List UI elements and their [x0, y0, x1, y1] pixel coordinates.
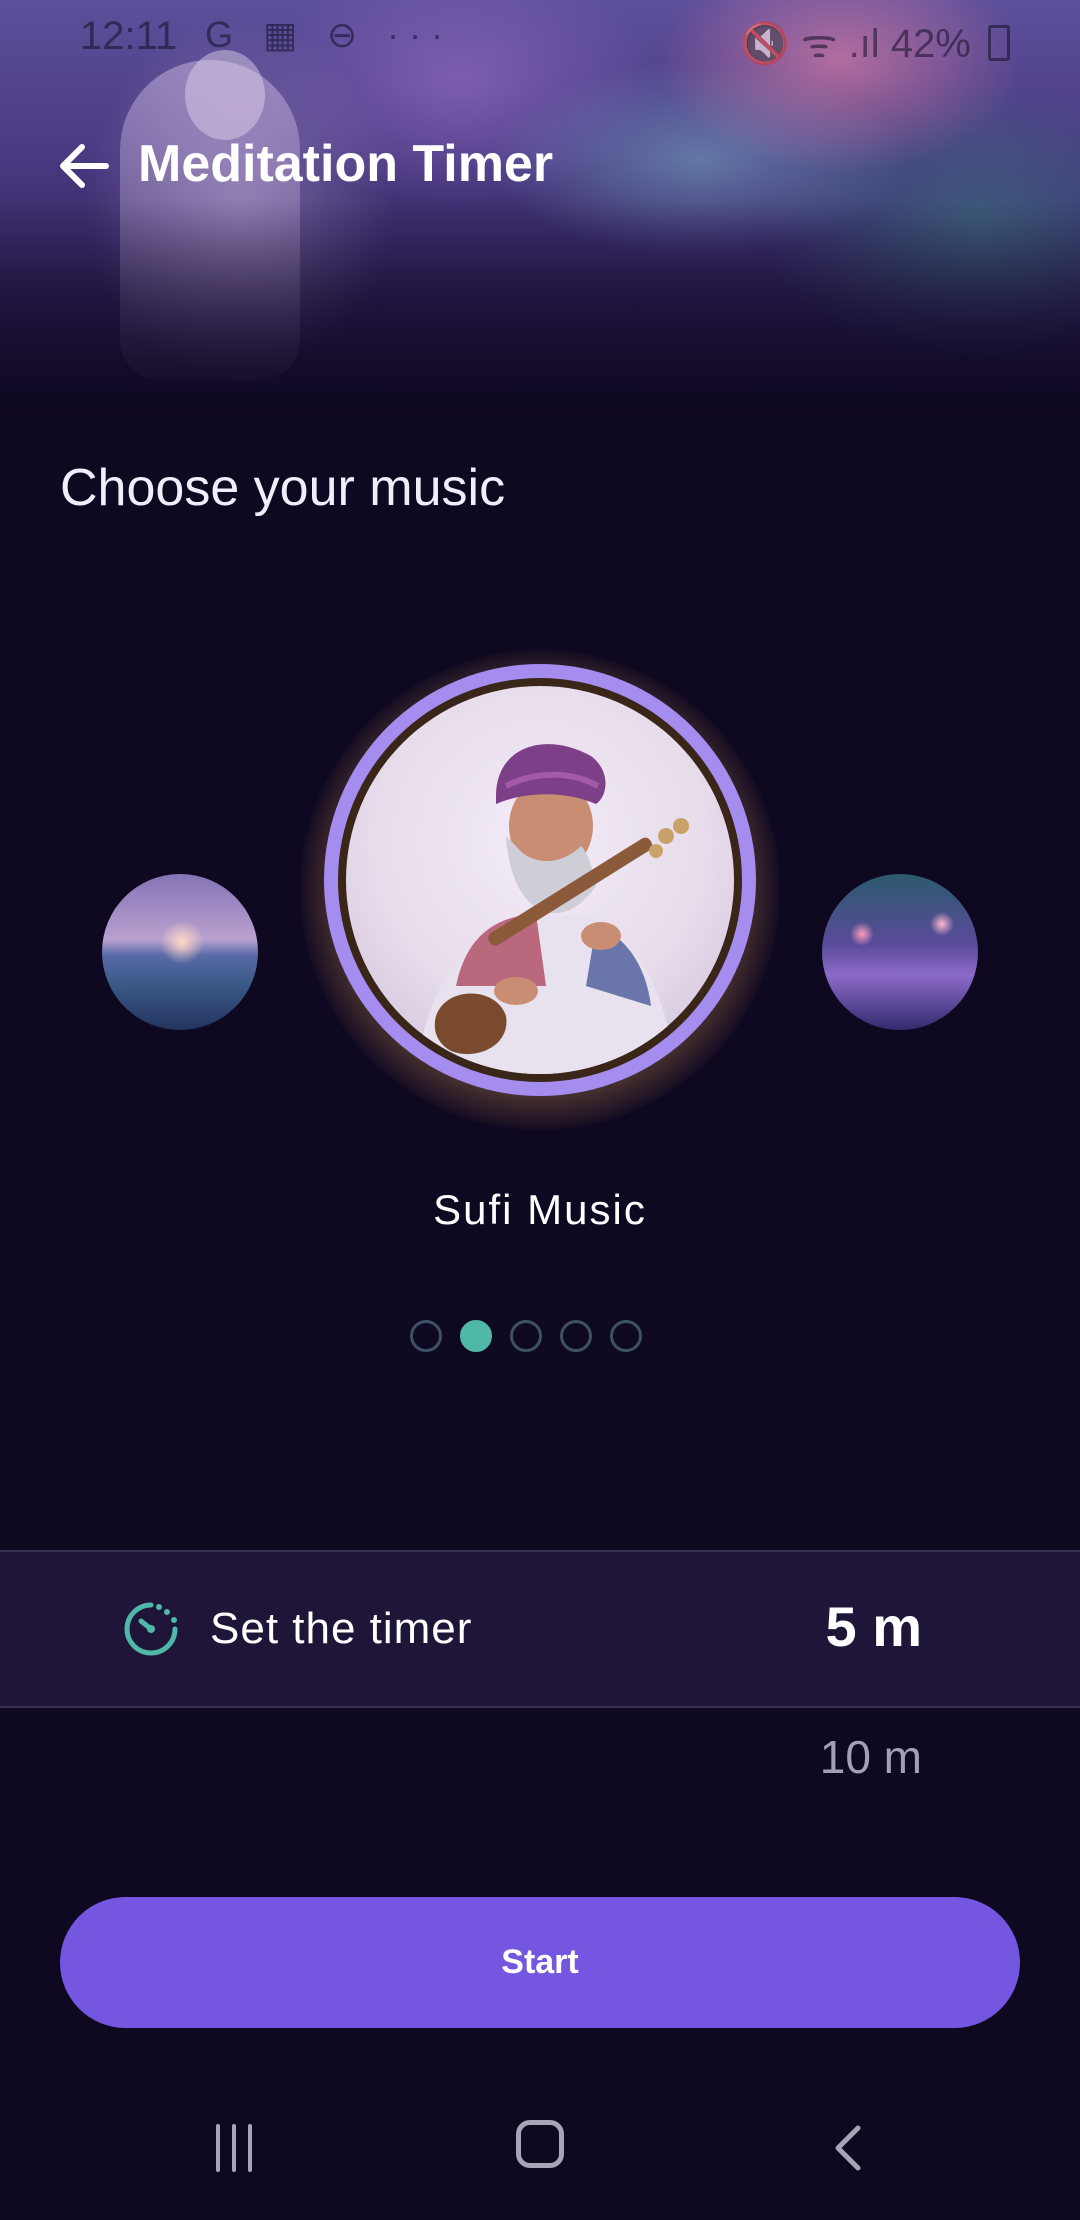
header-background-fade	[0, 200, 1080, 440]
music-thumbnail-selected[interactable]	[346, 686, 734, 1074]
music-carousel[interactable]	[0, 640, 1080, 1130]
home-icon[interactable]	[516, 2120, 564, 2168]
page-title: Meditation Timer	[138, 135, 554, 193]
start-button[interactable]: Start	[60, 1897, 1020, 2028]
pager-dot[interactable]	[560, 1320, 592, 1352]
status-time: 12:11	[80, 14, 178, 58]
selected-track-title: Sufi Music	[433, 1186, 647, 1233]
timer-option-next[interactable]: 10 m	[820, 1730, 922, 1784]
music-thumbnail-previous[interactable]	[102, 874, 258, 1030]
timer-label: Set the timer	[210, 1604, 473, 1653]
timer-icon	[124, 1602, 178, 1656]
notification-icons: G ▦ ⊖ ···	[205, 14, 454, 55]
timer-picker-row[interactable]: Set the timer 5 m	[0, 1550, 1080, 1708]
pager-dot-active[interactable]	[460, 1320, 492, 1352]
status-right-group: 🔇 ᯤ .ıl 42%	[740, 14, 1010, 69]
status-bar: 12:11 G ▦ ⊖ ··· 🔇 ᯤ .ıl 42%	[0, 0, 1080, 72]
system-navigation-bar	[0, 2100, 1080, 2220]
section-title: Choose your music	[60, 459, 506, 517]
battery-percent: 42%	[890, 22, 971, 66]
musician-artwork	[416, 744, 689, 1074]
timer-selected-value[interactable]: 5 m	[826, 1594, 923, 1659]
recent-apps-icon[interactable]	[216, 2124, 266, 2172]
carousel-pager	[410, 1320, 642, 1358]
pager-dot[interactable]	[410, 1320, 442, 1352]
arrow-left-icon	[60, 144, 109, 188]
battery-icon	[988, 25, 1010, 61]
pager-dot[interactable]	[510, 1320, 542, 1352]
music-thumbnail-next[interactable]	[822, 874, 978, 1030]
nav-back-icon[interactable]	[826, 2122, 870, 2174]
connectivity-icons: 🔇 ᯤ .ıl	[740, 22, 880, 66]
back-button[interactable]	[52, 134, 116, 198]
pager-dot[interactable]	[610, 1320, 642, 1352]
